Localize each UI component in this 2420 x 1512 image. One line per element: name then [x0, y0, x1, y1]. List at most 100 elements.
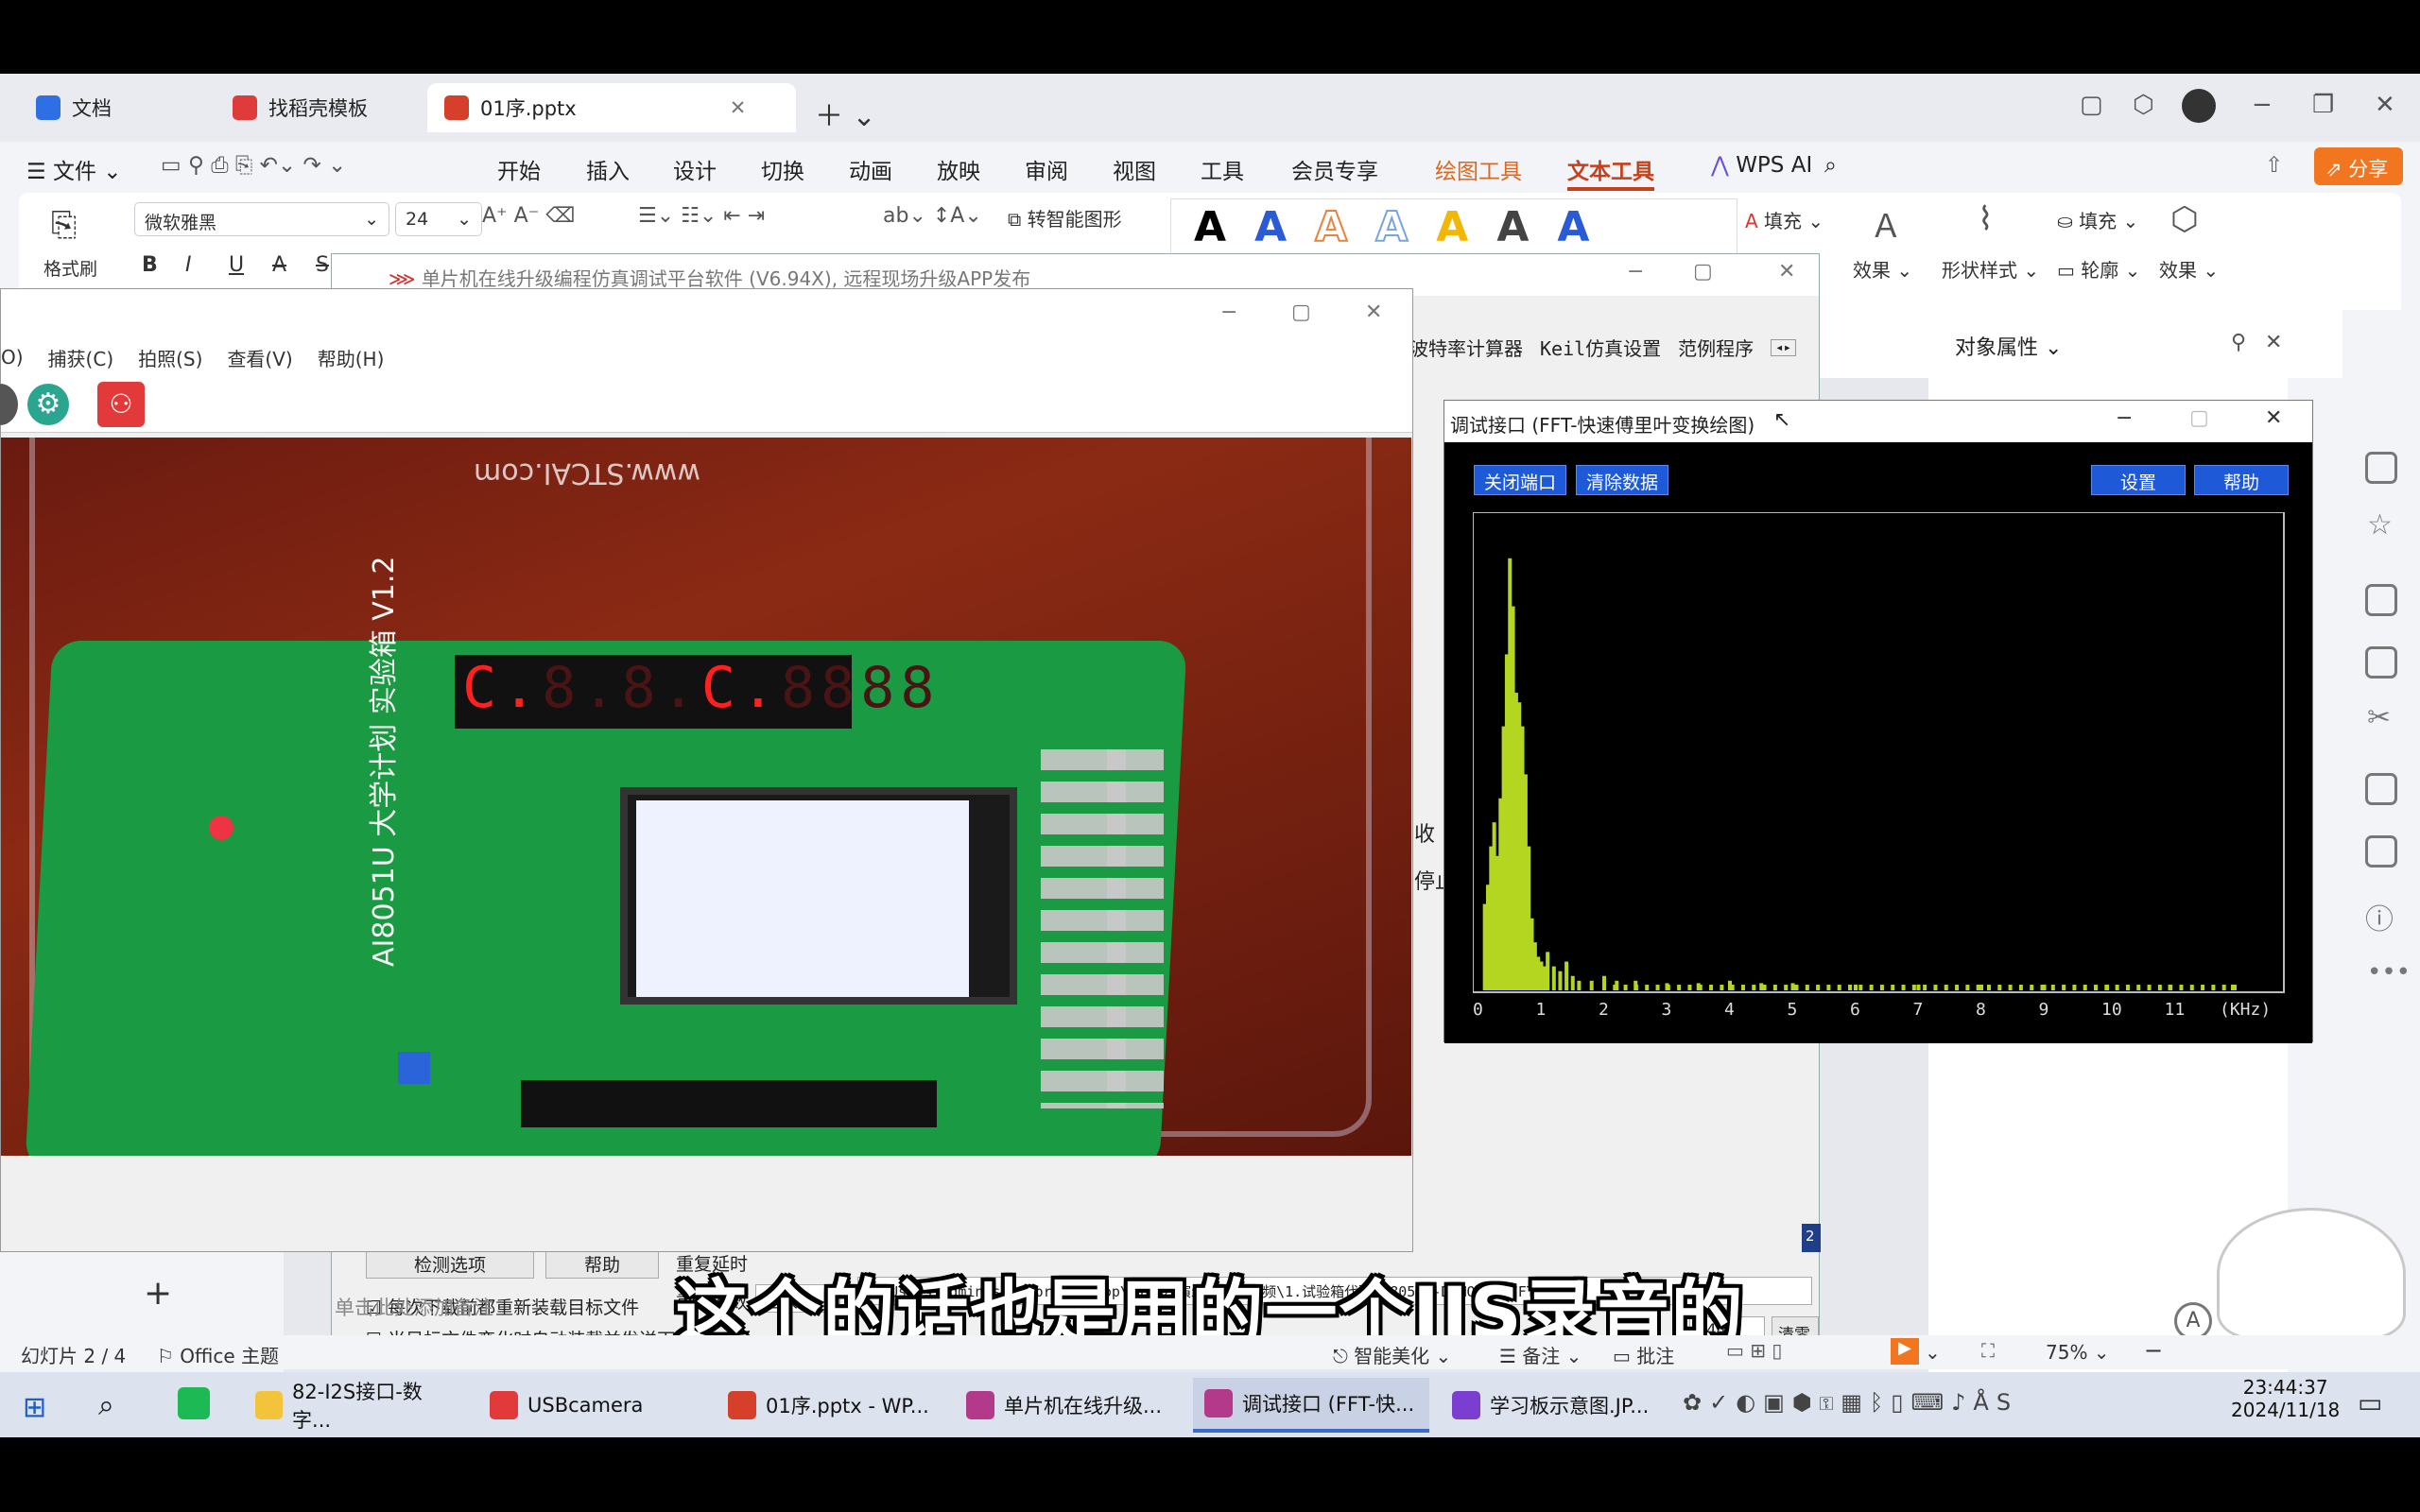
- menu-slideshow[interactable]: 放映: [937, 153, 980, 185]
- pin-icon[interactable]: ⚲: [2231, 331, 2246, 354]
- cam-maximize-icon[interactable]: ▢: [1291, 301, 1311, 324]
- star-icon[interactable]: ☆: [2367, 508, 2393, 541]
- shape-fill-button[interactable]: ⛀ 填充 ⌄: [2057, 206, 2138, 233]
- shape-outline-button[interactable]: ▭ 轮廓 ⌄: [2057, 255, 2140, 283]
- close-port-button[interactable]: 关闭端口: [1474, 465, 1567, 495]
- tab-scroll-icon[interactable]: ◂▸: [1771, 338, 1797, 356]
- font-size-tools-icon[interactable]: A⁺ A⁻ ⌫: [482, 204, 575, 228]
- task-programmer[interactable]: 单片机在线升级...: [955, 1378, 1182, 1433]
- settings-gear-icon[interactable]: ⚙: [27, 384, 69, 425]
- menu-insert[interactable]: 插入: [586, 153, 630, 185]
- fft-maximize-icon[interactable]: ▢: [2189, 406, 2209, 430]
- book-icon[interactable]: [2365, 773, 2397, 805]
- fft-minimize-icon[interactable]: −: [2116, 406, 2133, 430]
- view-mode-icons[interactable]: ▭ ⊞ ▯: [1726, 1339, 1782, 1362]
- notes-button[interactable]: ☰ 备注 ⌄: [1499, 1341, 1582, 1368]
- menu-options[interactable]: O): [1, 346, 24, 369]
- menu-transition[interactable]: 切换: [761, 153, 804, 185]
- format-painter-label[interactable]: 格式刷: [43, 255, 97, 281]
- menu-design[interactable]: 设计: [673, 153, 717, 185]
- minimize-icon[interactable]: −: [2252, 91, 2273, 119]
- menu-photo[interactable]: 拍照(S): [138, 344, 202, 371]
- notification-icon[interactable]: ▭: [2358, 1387, 2382, 1418]
- close-icon[interactable]: ✕: [730, 96, 747, 119]
- menu-home[interactable]: 开始: [497, 153, 541, 185]
- task-image[interactable]: 学习板示意图.JP...: [1441, 1378, 1664, 1433]
- fft-settings-button[interactable]: 设置: [2091, 465, 2186, 495]
- tab-templates[interactable]: 找稻壳模板: [216, 83, 414, 132]
- smart-shape-button[interactable]: ⧉ 转智能图形: [1008, 204, 1122, 232]
- menu-view[interactable]: 视图: [1113, 153, 1156, 185]
- search-icon[interactable]: ⌕: [1824, 153, 1837, 178]
- text-fill-button[interactable]: A 填充 ⌄: [1745, 206, 1824, 233]
- tab-keil-settings[interactable]: Keil仿真设置: [1540, 334, 1661, 361]
- italic-icon[interactable]: I: [185, 253, 192, 277]
- task-fft[interactable]: 调试接口 (FFT-快...: [1193, 1378, 1429, 1433]
- menu-wps-ai[interactable]: ⋀ WPS AI: [1711, 153, 1812, 178]
- fit-icon[interactable]: ⛶: [1981, 1339, 1995, 1362]
- menu-capture[interactable]: 捕获(C): [48, 344, 114, 371]
- cam-close-icon[interactable]: ✕: [1365, 301, 1382, 324]
- spacing-tools-icon[interactable]: ab⌄ ↕A⌄: [883, 204, 982, 228]
- taskbar-search-icon[interactable]: ⌕: [98, 1389, 114, 1422]
- bold-icon[interactable]: B: [142, 253, 158, 277]
- strikethrough-icon[interactable]: S: [316, 253, 329, 277]
- task-usbcamera[interactable]: USBcamera: [478, 1378, 701, 1433]
- clear-data-button[interactable]: 清除数据: [1576, 465, 1669, 495]
- task-wps[interactable]: 01序.pptx - WP...: [717, 1378, 943, 1433]
- format-painter-icon[interactable]: ⎘: [51, 206, 77, 244]
- menu-file[interactable]: ☰ 文件 ⌄: [26, 153, 122, 185]
- shape-effect-icon[interactable]: ⬡: [2170, 200, 2199, 238]
- cube-icon[interactable]: ⬡: [2133, 91, 2154, 119]
- font-size-select[interactable]: 24 ⌄: [395, 202, 482, 236]
- menu-animation[interactable]: 动画: [849, 153, 892, 185]
- cam-minimize-icon[interactable]: −: [1220, 301, 1237, 324]
- menu-member[interactable]: 会员专享: [1291, 153, 1378, 185]
- wechat-icon[interactable]: [178, 1387, 210, 1419]
- windows-start-icon[interactable]: ⊞: [23, 1391, 46, 1424]
- panel-title[interactable]: 对象属性 ⌄: [1955, 331, 2062, 361]
- quick-tools-icon[interactable]: ▭ ⚲ ⎙ ⎘ ↶⌄ ↷ ⌄: [161, 153, 346, 178]
- text-style-gallery[interactable]: A A A A A A A: [1170, 198, 1737, 255]
- prog-maximize-icon[interactable]: ▢: [1693, 260, 1713, 284]
- tab-examples[interactable]: 范例程序: [1678, 334, 1754, 361]
- play-dropdown-icon[interactable]: ⌄: [1925, 1341, 1941, 1364]
- menu-view-cam[interactable]: 查看(V): [227, 344, 292, 371]
- help-icon[interactable]: ⓘ: [2365, 896, 2394, 937]
- share-button[interactable]: ⇗ 分享: [2314, 147, 2403, 185]
- shape-style-icon[interactable]: ⌇: [1978, 200, 1994, 238]
- cloud-icon[interactable]: ⇧: [2265, 153, 2283, 178]
- beautify-button[interactable]: ⎋ 智能美化 ⌄: [1333, 1341, 1451, 1368]
- share-side-icon[interactable]: [2365, 835, 2397, 868]
- more-icon[interactable]: •••: [2367, 958, 2411, 987]
- edit-icon[interactable]: [2365, 646, 2397, 679]
- capture-icon[interactable]: [0, 384, 18, 425]
- tools-icon[interactable]: ✂: [2367, 701, 2391, 734]
- text-effect-button[interactable]: 效果 ⌄: [1853, 255, 1912, 283]
- copy-icon[interactable]: [2365, 584, 2397, 616]
- tray-icons[interactable]: ✿✓◐▣⬢⚿▦ᛒ▯⌨♪ÅS: [1683, 1389, 2018, 1416]
- window-close-icon[interactable]: ✕: [2375, 91, 2395, 119]
- restore-icon[interactable]: ❐: [2312, 91, 2334, 119]
- menu-review[interactable]: 审阅: [1025, 153, 1068, 185]
- task-folder[interactable]: 82-I2S接口-数字...: [244, 1378, 467, 1433]
- window-icon[interactable]: ▢: [2080, 91, 2103, 119]
- underline-icon[interactable]: U: [229, 253, 244, 277]
- play-icon[interactable]: ▶: [1891, 1338, 1919, 1365]
- text-effect-icon[interactable]: Ａ: [1870, 200, 1902, 247]
- zoom-select[interactable]: 75% ⌄: [2046, 1341, 2110, 1364]
- theme-label[interactable]: ⚐ Office 主题: [157, 1341, 279, 1368]
- prog-close-icon[interactable]: ✕: [1778, 260, 1795, 284]
- fft-close-icon[interactable]: ✕: [2265, 406, 2282, 430]
- shape-style-button[interactable]: 形状样式 ⌄: [1942, 255, 2039, 283]
- fft-help-button[interactable]: 帮助: [2194, 465, 2289, 495]
- tab-baud-calc[interactable]: 波特率计算器: [1409, 334, 1523, 361]
- list-tools-icon[interactable]: ☰⌄ ☷⌄ ⇤ ⇥: [638, 204, 765, 228]
- strike-icon[interactable]: A: [272, 253, 286, 277]
- user-icon[interactable]: ⚇: [97, 382, 145, 427]
- tab-pptx[interactable]: 01序.pptx ✕: [427, 83, 796, 132]
- menu-drawing-tools[interactable]: 绘图工具: [1435, 153, 1522, 185]
- tab-docs[interactable]: 文档: [19, 83, 199, 132]
- menu-tools[interactable]: 工具: [1201, 153, 1244, 185]
- clock[interactable]: 23:44:37 2024/11/18: [2231, 1376, 2340, 1421]
